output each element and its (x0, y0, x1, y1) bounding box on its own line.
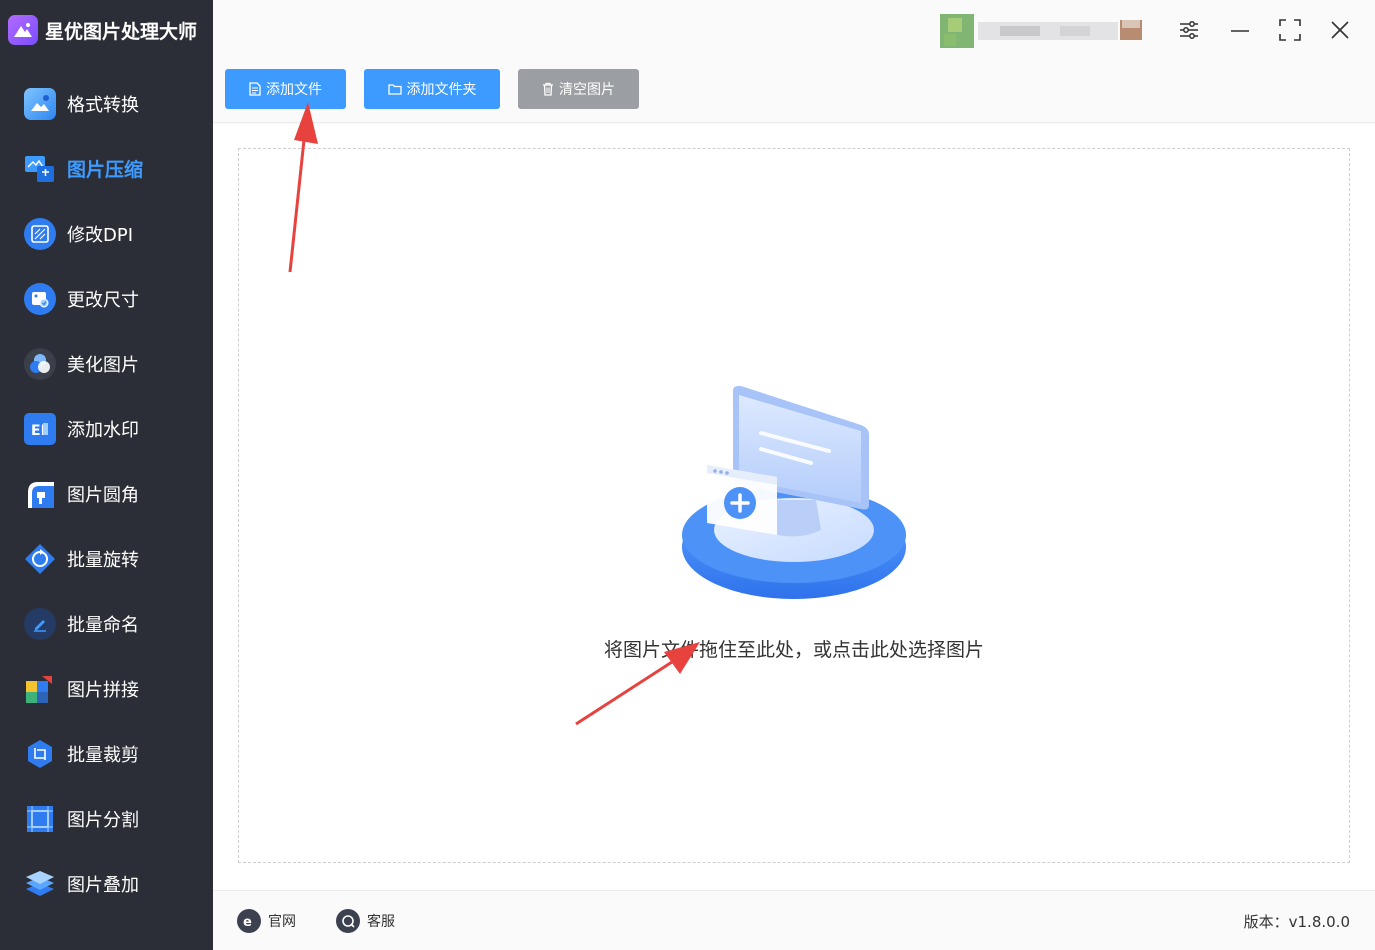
sidebar: 星优图片处理大师 格式转换 图片压缩 修改DPI 更改尺寸 美化图片 EI 添加… (0, 0, 213, 950)
add-folder-button[interactable]: 添加文件夹 (364, 69, 500, 109)
sidebar-nav: 格式转换 图片压缩 修改DPI 更改尺寸 美化图片 EI 添加水印 图片圆角 批… (0, 71, 213, 916)
sidebar-item-image-compress[interactable]: 图片压缩 (0, 136, 213, 201)
sidebar-item-split[interactable]: 图片分割 (0, 786, 213, 851)
app-title: 星优图片处理大师 (45, 20, 198, 43)
sidebar-item-modify-dpi[interactable]: 修改DPI (0, 201, 213, 266)
user-account-blurred[interactable] (940, 14, 1156, 48)
folder-icon (387, 83, 402, 95)
sidebar-item-rounded-corner[interactable]: 图片圆角 (0, 461, 213, 526)
maximize-button[interactable] (1276, 16, 1304, 44)
sidebar-item-format-convert[interactable]: 格式转换 (0, 71, 213, 136)
sidebar-item-rotate[interactable]: 批量旋转 (0, 526, 213, 591)
beautify-icon (24, 347, 56, 380)
image-convert-icon (24, 87, 56, 120)
sidebar-item-rename[interactable]: 批量命名 (0, 591, 213, 656)
file-icon (249, 82, 261, 96)
sidebar-item-label: 格式转换 (67, 94, 139, 116)
sidebar-item-label: 添加水印 (67, 419, 139, 441)
sidebar-item-label: 批量旋转 (67, 549, 139, 571)
sidebar-item-watermark[interactable]: EI 添加水印 (0, 396, 213, 461)
support-link[interactable]: 客服 (336, 909, 395, 933)
add-file-button[interactable]: 添加文件 (225, 69, 346, 109)
clear-images-label: 清空图片 (559, 82, 615, 98)
website-label: 官网 (268, 914, 296, 930)
app-brand: 星优图片处理大师 (8, 14, 197, 46)
minimize-button[interactable] (1226, 16, 1254, 44)
crop-icon (24, 738, 56, 770)
version-text: 版本：v1.8.0.0 (1243, 913, 1350, 931)
sidebar-item-label: 更改尺寸 (67, 289, 139, 311)
browser-icon: e (237, 909, 261, 933)
sidebar-item-beautify[interactable]: 美化图片 (0, 331, 213, 396)
sidebar-item-crop[interactable]: 批量裁剪 (0, 721, 213, 786)
sidebar-item-stitch[interactable]: 图片拼接 (0, 656, 213, 721)
resize-icon (24, 282, 56, 315)
sidebar-item-label: 批量裁剪 (67, 744, 139, 766)
settings-sliders-button[interactable] (1175, 16, 1203, 44)
layers-icon (24, 868, 56, 900)
split-icon (24, 803, 56, 835)
support-label: 客服 (367, 914, 395, 930)
minimize-icon (1231, 30, 1249, 32)
sidebar-item-label: 批量命名 (67, 614, 139, 636)
app-logo-icon (8, 15, 38, 45)
image-compress-icon (24, 153, 56, 185)
computer-upload-illustration (681, 385, 909, 605)
svg-text:e: e (243, 915, 252, 928)
sidebar-item-label: 修改DPI (67, 224, 134, 246)
title-bar (213, 0, 1375, 60)
rename-icon (24, 607, 56, 640)
close-icon (1331, 21, 1349, 39)
clear-images-button[interactable]: 清空图片 (518, 69, 639, 109)
drop-hint-text: 将图片文件拖住至此处，或点击此处选择图片 (603, 639, 984, 661)
image-drop-zone[interactable]: 将图片文件拖住至此处，或点击此处选择图片 (238, 148, 1350, 863)
sidebar-item-label: 图片压缩 (67, 159, 144, 181)
toolbar: 添加文件 添加文件夹 清空图片 (213, 60, 1375, 123)
sidebar-item-label: 图片叠加 (67, 874, 139, 896)
watermark-icon: EI (24, 412, 56, 445)
sidebar-item-label: 图片拼接 (67, 679, 139, 701)
add-folder-label: 添加文件夹 (406, 82, 477, 98)
sidebar-item-label: 美化图片 (67, 354, 139, 376)
dpi-icon (24, 217, 56, 250)
add-file-label: 添加文件 (266, 82, 322, 98)
website-link[interactable]: e 官网 (237, 909, 296, 933)
sidebar-item-resize[interactable]: 更改尺寸 (0, 266, 213, 331)
sidebar-item-label: 图片分割 (67, 809, 139, 831)
close-button[interactable] (1326, 16, 1354, 44)
sidebar-item-layers[interactable]: 图片叠加 (0, 851, 213, 916)
rotate-icon (24, 543, 56, 575)
main-area: 将图片文件拖住至此处，或点击此处选择图片 (213, 124, 1375, 890)
fullscreen-icon (1279, 19, 1301, 41)
footer: e 官网 客服 版本：v1.8.0.0 (213, 890, 1375, 950)
sidebar-item-label: 图片圆角 (67, 484, 139, 506)
rounded-corner-icon (24, 478, 56, 510)
trash-icon (542, 82, 554, 96)
chat-icon (336, 909, 360, 933)
sliders-icon (1180, 21, 1198, 39)
stitch-icon (24, 673, 56, 705)
